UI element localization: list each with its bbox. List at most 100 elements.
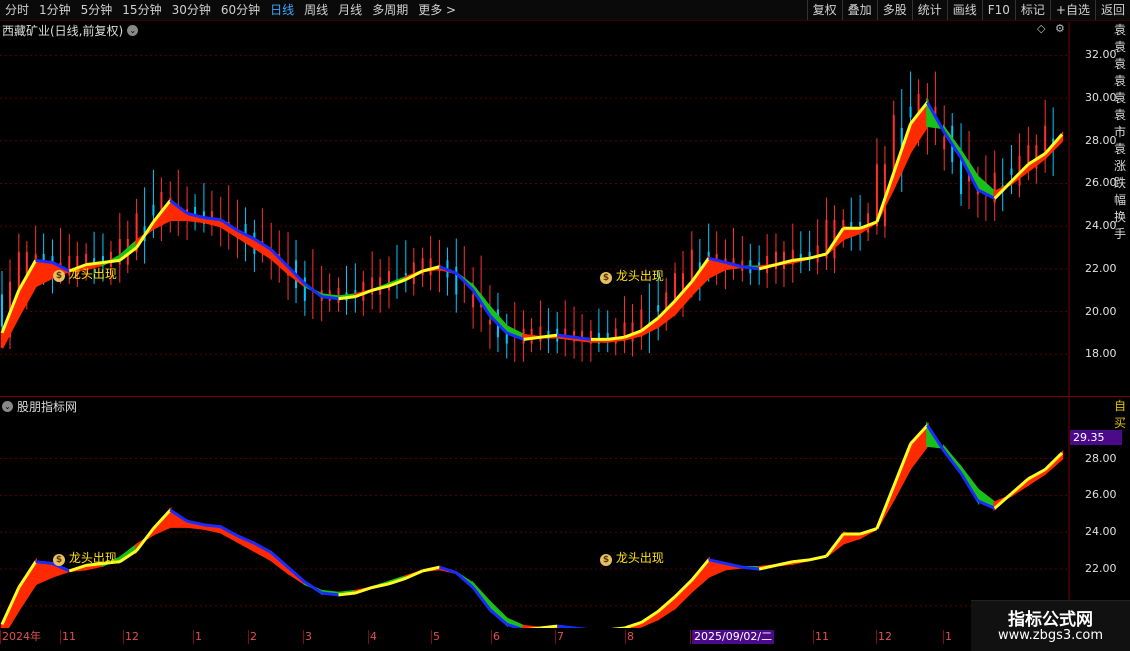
signal-label: 龙头出现 [68,551,117,565]
y-tick-label: 22.00 [1085,261,1117,275]
date-label: 2 [250,630,257,643]
toolbar-action-button[interactable]: 画线 [946,0,982,20]
period-tab[interactable]: 更多 > [413,0,461,20]
toolbar-action-button[interactable]: 叠加 [841,0,877,20]
money-bag-icon: $ [53,554,65,566]
trend-line-segment [573,335,592,341]
date-tick [813,630,814,644]
date-label: 12 [878,630,892,643]
candle-body [657,305,660,312]
trend-line-segment [540,624,558,628]
toolbar-action-button[interactable]: 多股 [876,0,912,20]
sub-side-text: 自买 [1114,399,1127,430]
period-tab[interactable]: 60分钟 [216,0,265,20]
date-tick [303,630,304,644]
toolbar-action-button[interactable]: 统计 [911,0,947,20]
period-tabs: 分时 1分钟 5分钟 15分钟 30分钟 60分钟 日线 周线 月线 多周期 更多 > [0,0,807,20]
date-tick [690,630,691,644]
trend-line-segment [35,560,53,566]
candle-body [943,136,946,150]
date-label: 6 [493,630,500,643]
toolbar-action-button[interactable]: 复权 [806,0,842,20]
toolbar-action-button[interactable]: 返回 [1094,0,1130,20]
trend-line-segment [742,265,760,271]
candle-body [859,221,862,227]
date-tick [943,630,944,644]
trend-line-segment [792,558,810,564]
trend-line-segment [455,571,475,589]
candle-body [816,245,819,263]
period-tab[interactable]: 1分钟 [34,0,76,20]
y-tick-label: 20.00 [1085,304,1117,318]
candle-body [429,258,432,276]
period-tab[interactable]: 5分钟 [76,0,118,20]
date-tick [123,630,124,644]
trend-line-segment [792,256,810,262]
money-bag-icon: $ [53,270,65,282]
toolbar-action-button[interactable]: 标记 [1014,0,1050,20]
trend-line-segment [875,485,896,530]
candle-body [867,213,870,233]
trend-line-segment [321,591,339,597]
trend-line-segment [338,591,356,597]
candle-body [909,106,912,118]
date-tick [876,630,877,644]
y-tick-label: 24.00 [1085,525,1117,539]
trend-line-segment [371,582,390,589]
trend-line-segment [540,333,558,339]
trend-line-segment [809,554,827,562]
trend-line-segment [203,523,221,529]
indicator-band-segment [34,560,54,586]
toolbar-action-button[interactable]: +自选 [1049,0,1095,20]
date-axis: 2024年111212345678910111212025/09/02/二 [0,630,1070,644]
date-tick [0,630,1,644]
panel-divider [0,396,1130,397]
date-tick [368,630,369,644]
date-label: 12 [125,630,139,643]
date-label: 1 [195,630,202,643]
indicator-chart [0,398,1070,628]
candle-body [1010,168,1013,175]
candle-body [472,294,475,308]
period-tab[interactable]: 月线 [333,0,367,20]
trend-line-segment [607,335,625,341]
candle-body [488,320,491,325]
y-tick-label: 18.00 [1085,347,1117,361]
candle-body [539,326,542,342]
watermark-url: www.zbgs3.com [997,628,1104,643]
trend-line-segment [102,258,120,264]
date-tick [555,630,556,644]
y-tick-label: 28.00 [1085,451,1117,465]
candle-body [455,266,458,295]
period-tab[interactable]: 日线 [265,0,299,20]
trend-line-segment [304,580,323,595]
trend-line-segment [338,295,356,301]
y-tick-label: 28.00 [1085,133,1117,147]
date-label: 11 [62,630,76,643]
period-tab[interactable]: 多周期 [367,0,413,20]
period-tab[interactable]: 周线 [299,0,333,20]
period-tab[interactable]: 分时 [0,0,34,20]
toolbar-action-button[interactable]: F10 [981,0,1015,20]
trend-line-segment [371,284,390,292]
date-tick [193,630,194,644]
money-bag-icon: $ [600,554,612,566]
trend-band-segment [34,258,54,289]
date-tick [625,630,626,644]
date-label: 1 [945,630,952,643]
y-tick-label: 26.00 [1085,176,1117,190]
watermark: 指标公式网 www.zbgs3.com [971,600,1130,651]
signal-label: 龙头出现 [615,551,664,565]
indicator-band-segment [909,422,929,472]
period-tab[interactable]: 15分钟 [117,0,166,20]
trend-line-segment [809,252,827,260]
period-tab[interactable]: 30分钟 [167,0,216,20]
y-tick-label: 26.00 [1085,488,1117,502]
watermark-title: 指标公式网 [1008,610,1093,630]
date-label: 4 [370,630,377,643]
action-buttons: 复权 叠加 多股 统计 画线 F10 标记 +自选 返回 [806,0,1130,20]
money-bag-icon: $ [600,272,612,284]
period-toolbar: 分时 1分钟 5分钟 15分钟 30分钟 60分钟 日线 周线 月线 多周期 更多 > 复权 叠加 多股… [0,0,1130,21]
signal-annotation: $ 龙头出现 [53,265,117,282]
signal-annotation: $ 龙头出现 [53,549,117,566]
